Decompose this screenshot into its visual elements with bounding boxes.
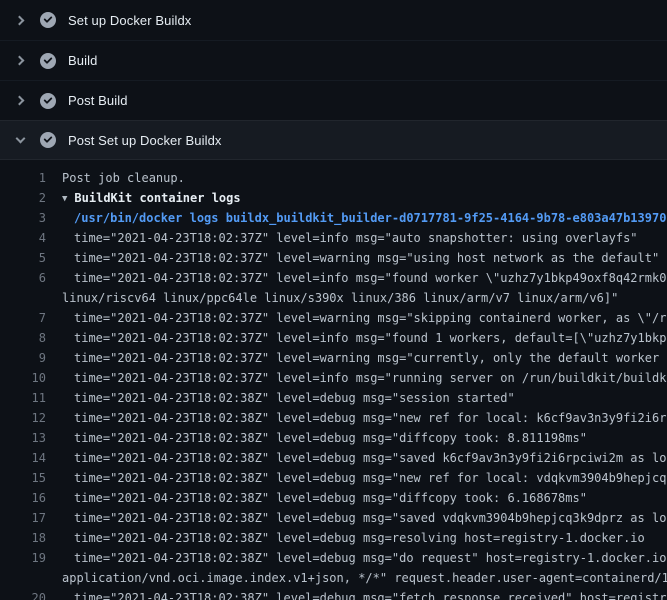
log-line: 8 time="2021-04-23T18:02:37Z" level=info… bbox=[0, 328, 667, 348]
line-number[interactable]: 1 bbox=[0, 168, 46, 188]
line-number[interactable]: 7 bbox=[0, 308, 46, 328]
log-line: 6 time="2021-04-23T18:02:37Z" level=info… bbox=[0, 268, 667, 288]
log-line: 20 time="2021-04-23T18:02:38Z" level=deb… bbox=[0, 588, 667, 600]
log-line: 11 time="2021-04-23T18:02:38Z" level=deb… bbox=[0, 388, 667, 408]
log-line: 5 time="2021-04-23T18:02:37Z" level=warn… bbox=[0, 248, 667, 268]
line-number[interactable]: 13 bbox=[0, 428, 46, 448]
log-line: 15 time="2021-04-23T18:02:38Z" level=deb… bbox=[0, 468, 667, 488]
actions-log-panel: Set up Docker Buildx Build Post Build bbox=[0, 0, 667, 600]
log-text: time="2021-04-23T18:02:38Z" level=debug … bbox=[62, 488, 667, 508]
log-line: application/vnd.oci.image.index.v1+json,… bbox=[0, 568, 667, 588]
log-line: 14 time="2021-04-23T18:02:38Z" level=deb… bbox=[0, 448, 667, 468]
log-text: time="2021-04-23T18:02:38Z" level=debug … bbox=[62, 388, 667, 408]
log-line: 18 time="2021-04-23T18:02:38Z" level=deb… bbox=[0, 528, 667, 548]
log-line: 13 time="2021-04-23T18:02:38Z" level=deb… bbox=[0, 428, 667, 448]
log-line: 10 time="2021-04-23T18:02:37Z" level=inf… bbox=[0, 368, 667, 388]
success-check-icon bbox=[40, 53, 56, 69]
chevron-right-icon bbox=[12, 12, 28, 28]
success-check-icon bbox=[40, 12, 56, 28]
step-title: Post Build bbox=[68, 93, 128, 108]
line-number[interactable] bbox=[0, 568, 46, 588]
success-check-icon bbox=[40, 93, 56, 109]
log-text: time="2021-04-23T18:02:38Z" level=debug … bbox=[62, 508, 667, 528]
line-number[interactable]: 6 bbox=[0, 268, 46, 288]
line-number[interactable]: 5 bbox=[0, 248, 46, 268]
line-number[interactable]: 17 bbox=[0, 508, 46, 528]
log-text: time="2021-04-23T18:02:38Z" level=debug … bbox=[62, 408, 667, 428]
log-line: 4 time="2021-04-23T18:02:37Z" level=info… bbox=[0, 228, 667, 248]
step-title: Post Set up Docker Buildx bbox=[68, 133, 222, 148]
step-row[interactable]: Post Build bbox=[0, 80, 667, 120]
line-number[interactable]: 4 bbox=[0, 228, 46, 248]
step-row[interactable]: Build bbox=[0, 40, 667, 80]
log-line: 3 /usr/bin/docker logs buildx_buildkit_b… bbox=[0, 208, 667, 228]
line-number[interactable]: 2 bbox=[0, 188, 46, 208]
line-number[interactable]: 3 bbox=[0, 208, 46, 228]
chevron-right-icon bbox=[12, 53, 28, 69]
log-text: time="2021-04-23T18:02:37Z" level=warnin… bbox=[62, 308, 667, 328]
log-text: time="2021-04-23T18:02:37Z" level=info m… bbox=[62, 328, 667, 348]
log-text: time="2021-04-23T18:02:38Z" level=debug … bbox=[62, 448, 667, 468]
line-number[interactable] bbox=[0, 288, 46, 308]
log-text: Post job cleanup. bbox=[62, 168, 667, 188]
line-number[interactable]: 10 bbox=[0, 368, 46, 388]
log-text: time="2021-04-23T18:02:37Z" level=info m… bbox=[62, 268, 667, 288]
steps-list: Set up Docker Buildx Build Post Build bbox=[0, 0, 667, 160]
log-line: 12 time="2021-04-23T18:02:38Z" level=deb… bbox=[0, 408, 667, 428]
chevron-down-icon bbox=[12, 132, 28, 148]
step-title: Build bbox=[68, 53, 97, 68]
log-text: time="2021-04-23T18:02:38Z" level=debug … bbox=[62, 588, 667, 600]
log-line: 19 time="2021-04-23T18:02:38Z" level=deb… bbox=[0, 548, 667, 568]
log-text: time="2021-04-23T18:02:37Z" level=info m… bbox=[62, 368, 667, 388]
line-number[interactable]: 11 bbox=[0, 388, 46, 408]
triangle-down-icon: ▼ bbox=[62, 189, 67, 208]
line-number[interactable]: 12 bbox=[0, 408, 46, 428]
log-line: 2 ▼ BuildKit container logs bbox=[0, 188, 667, 208]
line-number[interactable]: 8 bbox=[0, 328, 46, 348]
log-text: time="2021-04-23T18:02:38Z" level=debug … bbox=[62, 528, 667, 548]
line-number[interactable]: 19 bbox=[0, 548, 46, 568]
success-check-icon bbox=[40, 132, 56, 148]
line-number[interactable]: 18 bbox=[0, 528, 46, 548]
line-number[interactable]: 16 bbox=[0, 488, 46, 508]
log-line: 1 Post job cleanup. bbox=[0, 168, 667, 188]
log-viewer: 1 Post job cleanup. 2 ▼ BuildKit containe… bbox=[0, 160, 667, 600]
log-line: 7 time="2021-04-23T18:02:37Z" level=warn… bbox=[0, 308, 667, 328]
log-text: time="2021-04-23T18:02:37Z" level=warnin… bbox=[62, 348, 667, 368]
chevron-right-icon bbox=[12, 93, 28, 109]
log-text: /usr/bin/docker logs buildx_buildkit_bui… bbox=[62, 208, 667, 228]
line-number[interactable]: 9 bbox=[0, 348, 46, 368]
line-number[interactable]: 15 bbox=[0, 468, 46, 488]
line-number[interactable]: 20 bbox=[0, 588, 46, 600]
step-title: Set up Docker Buildx bbox=[68, 13, 191, 28]
log-text: time="2021-04-23T18:02:38Z" level=debug … bbox=[62, 468, 667, 488]
log-text: time="2021-04-23T18:02:37Z" level=info m… bbox=[62, 228, 667, 248]
log-text: time="2021-04-23T18:02:38Z" level=debug … bbox=[62, 548, 667, 568]
log-line: 17 time="2021-04-23T18:02:38Z" level=deb… bbox=[0, 508, 667, 528]
log-text: application/vnd.oci.image.index.v1+json,… bbox=[62, 568, 667, 588]
log-group-label: BuildKit container logs bbox=[74, 191, 240, 205]
line-number[interactable]: 14 bbox=[0, 448, 46, 468]
log-text: time="2021-04-23T18:02:38Z" level=debug … bbox=[62, 428, 667, 448]
log-text: time="2021-04-23T18:02:37Z" level=warnin… bbox=[62, 248, 667, 268]
log-line: 9 time="2021-04-23T18:02:37Z" level=warn… bbox=[0, 348, 667, 368]
log-line: 16 time="2021-04-23T18:02:38Z" level=deb… bbox=[0, 488, 667, 508]
step-row[interactable]: Set up Docker Buildx bbox=[0, 0, 667, 40]
step-row[interactable]: Post Set up Docker Buildx bbox=[0, 120, 667, 160]
log-line: linux/riscv64 linux/ppc64le linux/s390x … bbox=[0, 288, 667, 308]
log-group-toggle[interactable]: ▼ BuildKit container logs bbox=[62, 188, 667, 208]
log-text: linux/riscv64 linux/ppc64le linux/s390x … bbox=[62, 288, 667, 308]
